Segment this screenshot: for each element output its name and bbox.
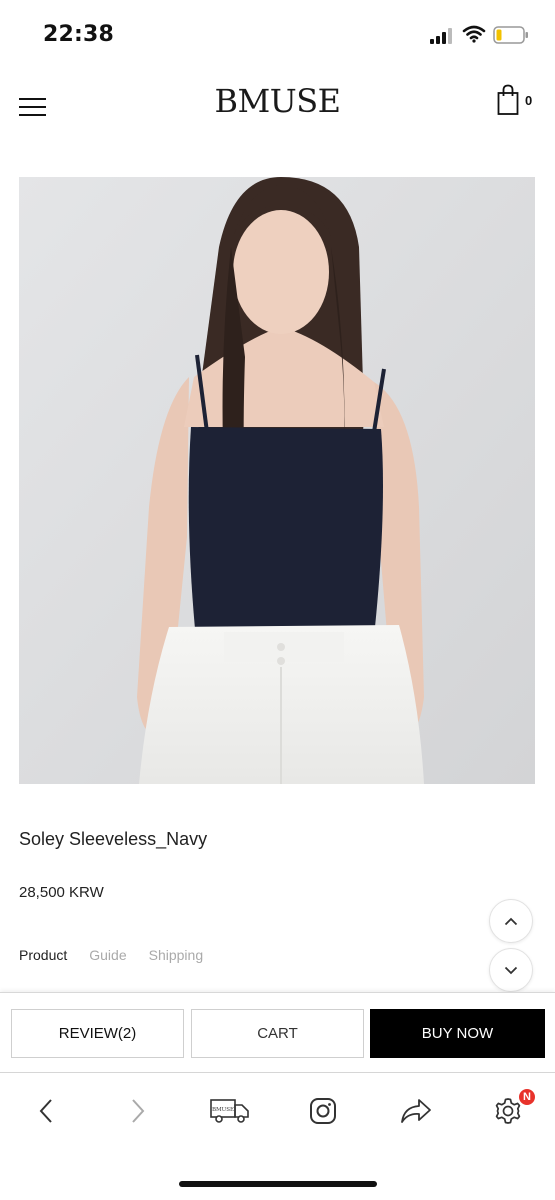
instagram-button[interactable] — [301, 1093, 345, 1129]
chevron-up-icon — [504, 917, 518, 925]
cart-button[interactable] — [497, 84, 547, 118]
share-button[interactable] — [394, 1093, 438, 1129]
forward-button[interactable] — [116, 1093, 160, 1129]
scroll-down-button[interactable] — [489, 948, 533, 992]
shopping-bag-icon — [497, 84, 519, 115]
review-button[interactable]: REVIEW(2) — [11, 1009, 184, 1058]
delivery-truck-icon: BMUSE — [210, 1099, 249, 1123]
brand-logo[interactable]: BMUSE — [0, 82, 555, 120]
instagram-icon — [310, 1098, 336, 1124]
status-bar: 22:38 — [0, 0, 555, 70]
wifi-icon — [462, 25, 486, 43]
chevron-down-icon — [504, 966, 518, 974]
site-header: BMUSE 0 — [0, 70, 555, 142]
truck-logo-text: BMUSE — [212, 1107, 234, 1113]
status-time: 22:38 — [43, 22, 115, 47]
product-photo — [19, 177, 535, 784]
home-indicator[interactable] — [179, 1181, 377, 1187]
chevron-right-icon — [132, 1099, 145, 1123]
chevron-left-icon — [39, 1099, 52, 1123]
product-price: 28,500 KRW — [19, 884, 104, 901]
cellular-signal-icon — [430, 28, 452, 44]
share-icon — [401, 1099, 431, 1123]
notification-badge: N — [517, 1087, 537, 1107]
tab-shipping[interactable]: Shipping — [149, 947, 204, 963]
scroll-up-button[interactable] — [489, 899, 533, 943]
product-image[interactable] — [19, 177, 535, 784]
product-name: Soley Sleeveless_Navy — [19, 829, 208, 849]
tab-guide[interactable]: Guide — [89, 947, 126, 963]
battery-icon — [493, 26, 528, 44]
buy-now-button[interactable]: BUY NOW — [370, 1009, 545, 1058]
purchase-action-bar: REVIEW(2) CART BUY NOW — [0, 992, 555, 1072]
tab-product[interactable]: Product — [19, 947, 67, 963]
cart-count: 0 — [525, 93, 533, 108]
product-tabs: Product Guide Shipping — [19, 947, 203, 963]
add-to-cart-button[interactable]: CART — [191, 1009, 364, 1058]
back-button[interactable] — [24, 1093, 68, 1129]
delivery-button[interactable]: BMUSE — [208, 1093, 252, 1129]
